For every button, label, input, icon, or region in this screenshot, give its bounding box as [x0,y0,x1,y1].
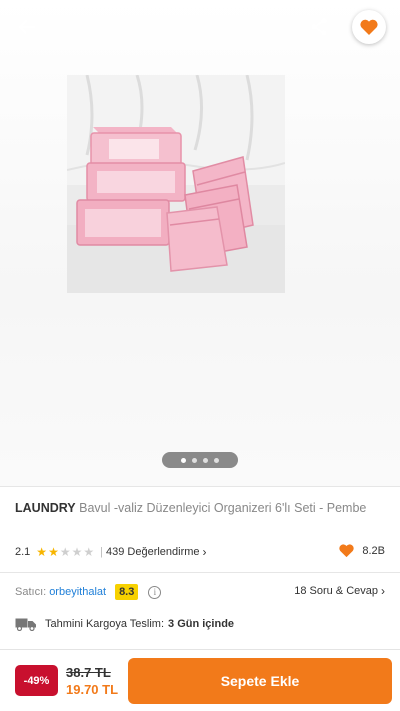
discount-badge: -49% [15,665,58,696]
divider [0,572,400,573]
product-title: LAUNDRY Bavul -valiz Düzenleyici Organiz… [15,500,385,517]
divider [0,486,400,487]
qa-label: 18 Soru & Cevap [294,585,378,597]
old-price: 38.7 TL [66,665,111,680]
seller-name-link[interactable]: orbeyithalat [49,586,106,598]
product-name: Bavul -valiz Düzenleyici Organizeri 6'lı… [79,501,367,515]
arrow-left-icon [19,20,35,34]
favorite-count: 8.2B [338,543,385,558]
star-empty-icon: ★ [83,545,95,559]
rating-score: 2.1 [15,546,31,558]
pager-dot-active[interactable] [181,457,186,463]
reviews-link[interactable]: | 439 Değerlendirme › [100,545,206,559]
star-filled-icon: ★ [48,545,59,559]
share-button[interactable] [304,12,334,42]
back-button[interactable] [12,12,42,42]
rating-row: 2.1 ★ ★ ★ ★ ★ | 439 Değerlendirme › 8.2B [15,543,385,561]
chevron-right-icon: › [381,584,385,598]
shipping-label: Tahmini Kargoya Teslim: [45,618,165,630]
pager-dot[interactable] [214,457,219,463]
pager-dot[interactable] [203,457,208,463]
truck-icon [15,618,36,631]
top-bar [0,0,400,54]
heart-icon [360,19,378,35]
shipping-days: 3 Gün içinde [168,618,235,630]
star-empty-icon: ★ [71,545,83,559]
star-filled-icon: ★ [36,545,48,559]
share-icon [311,18,327,36]
purchase-bar: -49% 38.7 TL 19.70 TL Sepete Ekle [0,649,400,711]
pager-dot[interactable] [192,457,197,463]
star-empty-icon: ★ [59,545,71,559]
rating-stars: ★ ★ ★ ★ ★ [36,546,94,558]
questions-answers-link[interactable]: 18 Soru & Cevap › [294,584,385,598]
reviews-count: 439 Değerlendirme [105,546,200,558]
separator: | [100,546,103,558]
product-photo-illustration [67,75,285,293]
shipping-row: Tahmini Kargoya Teslim: 3 Gün içinde [15,616,385,632]
chevron-right-icon: › [202,545,207,559]
product-image-gallery[interactable] [0,0,400,486]
add-to-cart-button[interactable]: Sepete Ekle [128,658,392,704]
image-pager[interactable] [162,452,238,468]
favorite-button[interactable] [352,10,386,44]
product-image[interactable] [67,75,285,293]
new-price: 19.70 TL [66,682,119,697]
seller-score-badge: 8.3 [115,584,139,600]
heart-icon [339,544,355,558]
seller-label: Satıcı: [15,586,47,598]
info-icon[interactable]: i [148,585,162,599]
seller-row: Satıcı: orbeyithalat 8.3 i 18 Soru & Cev… [15,582,385,602]
favorite-count-value: 8.2B [362,544,385,557]
product-brand[interactable]: LAUNDRY [15,501,76,515]
